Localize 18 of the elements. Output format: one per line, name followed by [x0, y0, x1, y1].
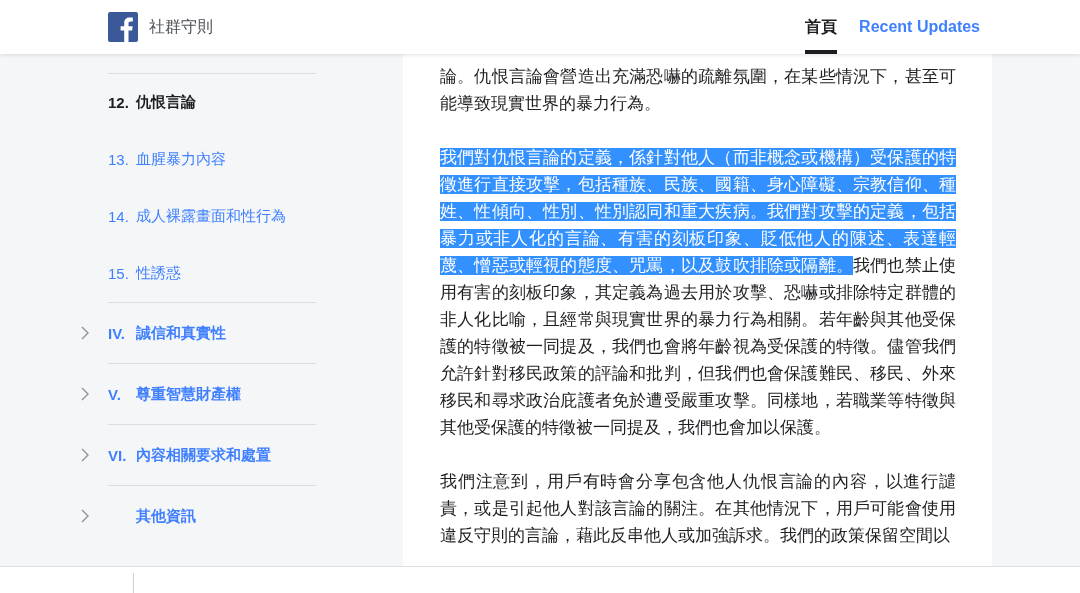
sidebar-item[interactable]: V. 尊重智慧財產權	[108, 363, 316, 424]
sidebar-item[interactable]: 12. 仇恨言論	[108, 73, 316, 131]
sidebar-item[interactable]: VI. 內容相關要求和處置	[108, 424, 316, 485]
body-paragraph: 論。仇恨言論會營造出充滿恐嚇的疏離氛圍，在某些情況下，甚至可能導致現實世界的暴力行為。	[440, 66, 956, 115]
chevron-icon[interactable]	[80, 386, 90, 401]
sidebar-item[interactable]: 13. 血腥暴力內容	[108, 131, 316, 188]
sidebar-item[interactable]: 14. 成人裸露畫面和性行為	[108, 188, 316, 245]
sidebar-item[interactable]: IV. 誠信和真實性	[108, 302, 316, 363]
nav-link[interactable]: Recent Updates	[859, 0, 980, 54]
chevron-icon[interactable]	[80, 325, 90, 340]
sidebar-item[interactable]: 15. 性誘惑	[108, 245, 316, 302]
chevron-icon[interactable]	[80, 447, 90, 462]
sidebar-item[interactable]: 其他資訊	[108, 485, 316, 546]
facebook-logo-icon	[108, 12, 138, 42]
site-title: 社群守則	[149, 16, 213, 37]
body-paragraph: 我們注意到，用戶有時會分享包含他人仇恨言論的內容，以進行譴責，或是引起他人對該言論的關注。在其他情況下，用戶可能會使用違反守則的言論，藉此反串他人或加強訴求。我們的政策保留空間以	[440, 471, 956, 547]
body-paragraph: 我們對仇恨言論的定義，係針對他人（而非概念或機構）受保護的特徵進行直接攻擊，包括種族、民族、國籍、身心障礙、宗教信仰、種姓、性傾向、性別、性別認同和重大疾病。我們對攻擊的定義，包括暴力或非人化的言論、有害的刻板印象、貶低他人的陳述、表達輕蔑、憎惡或輕視的態度、咒罵，以及鼓吹排除或隔離。我們也禁止使用有害的刻板印象，其定義為過去用於攻擊、恐嚇或排除特定群體的非人化比喻，且經常與現實世界的暴力行為相關。若年齡與其他受保護的特徵被一同提及，我們也會將年齡視為受保護的特徵。儘管我們允許針對移民政策的評論和批判，但我們也會保護難民、移民、外來移民和尋求政治庇護者免於遭受嚴重攻擊。同樣地，若職業等特徵與其他受保護的特徵被一同提及，我們也會加以保護。	[440, 147, 956, 439]
chevron-icon[interactable]	[80, 508, 90, 523]
